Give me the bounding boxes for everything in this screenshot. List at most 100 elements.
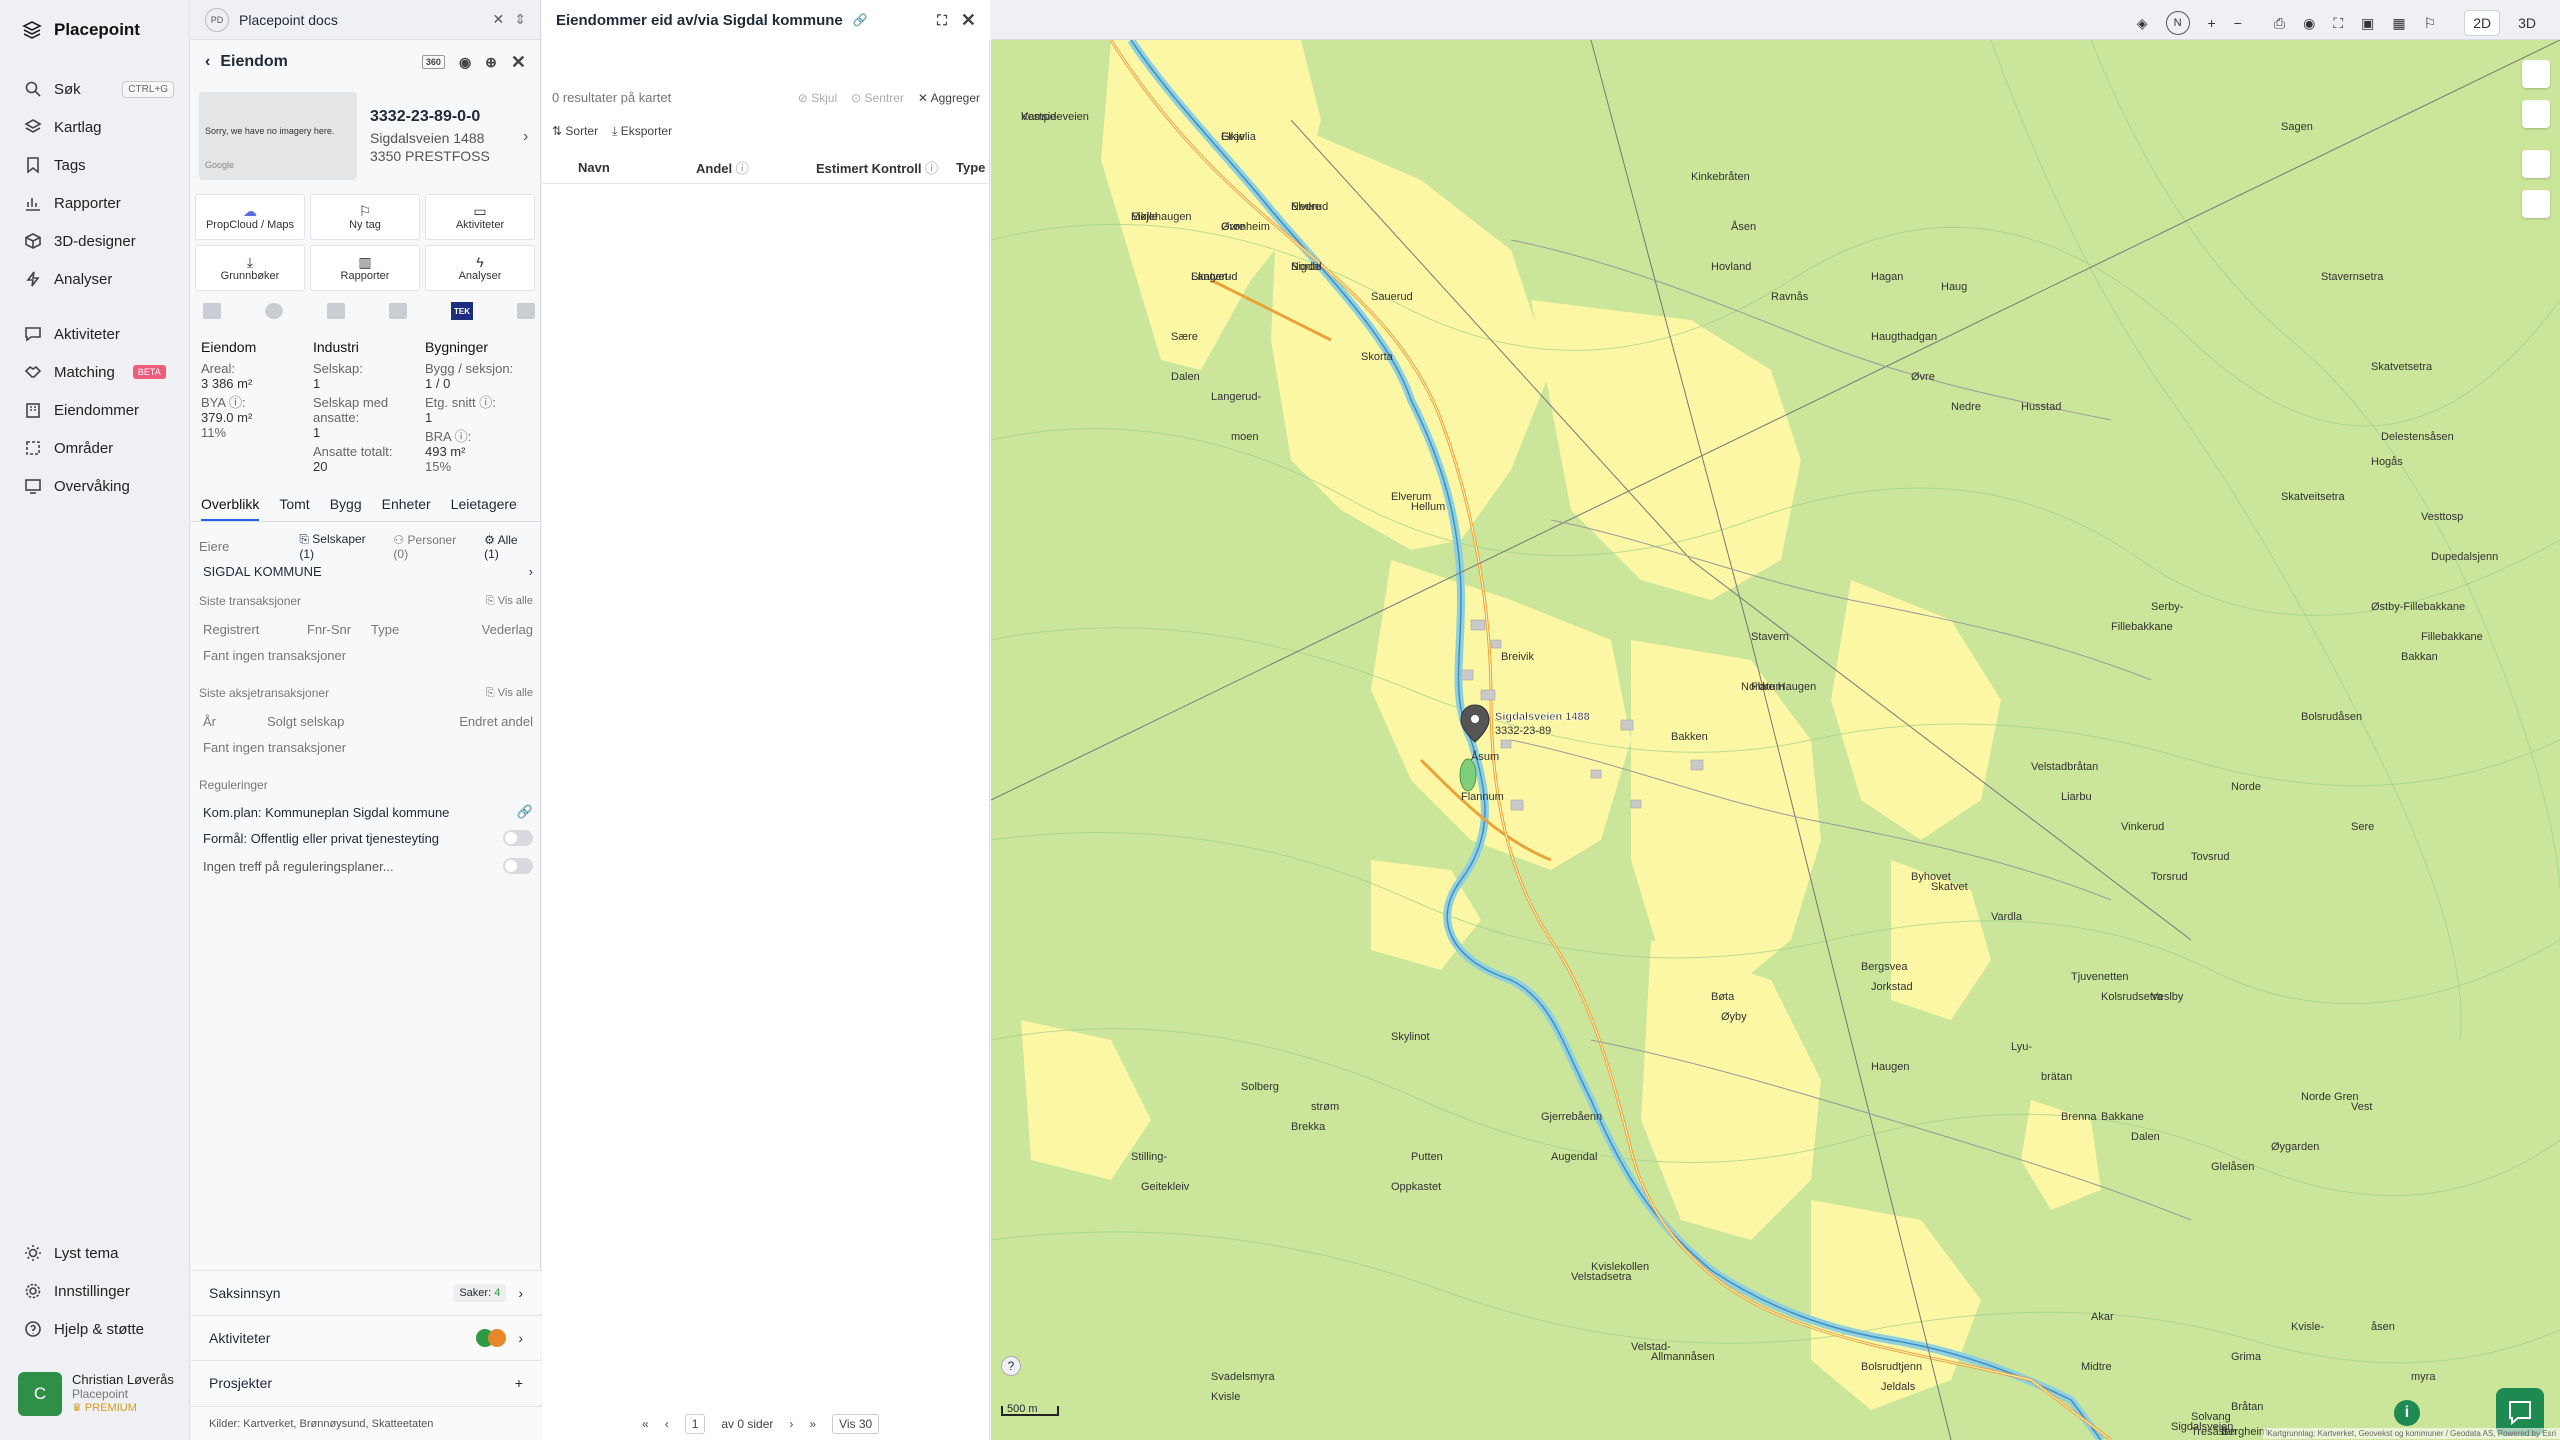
activities-button[interactable]: ▭ Aktiviteter — [425, 194, 535, 240]
eye-icon[interactable]: ◉ — [459, 54, 471, 71]
center-button[interactable]: ⊙ Sentrer — [851, 91, 904, 105]
user-profile[interactable]: C Christian Løverås Placepoint ♛ PREMIUM — [18, 1372, 174, 1416]
map-layers-button[interactable] — [2522, 60, 2550, 88]
buildings-icon[interactable] — [389, 303, 407, 319]
per-page-select[interactable]: Vis 30 — [832, 1414, 880, 1434]
close-icon[interactable]: ✕ — [493, 11, 505, 28]
back-icon[interactable]: ‹ — [205, 53, 210, 71]
add-icon[interactable]: ⊕ — [485, 54, 497, 71]
globe-icon[interactable] — [265, 303, 283, 319]
zoom-out-icon[interactable]: − — [2234, 15, 2242, 31]
prev-page-icon[interactable]: ‹ — [665, 1417, 669, 1431]
first-page-icon[interactable]: « — [642, 1417, 649, 1431]
sidebar-item-kartlag[interactable]: Kartlag — [0, 108, 190, 146]
sidebar-item-eiendommer[interactable]: Eiendommer — [0, 391, 190, 429]
docs-title[interactable]: Placepoint docs — [239, 12, 338, 28]
app-logo[interactable]: Placepoint — [22, 20, 140, 40]
sort-button[interactable]: ⇅ Sorter — [552, 124, 598, 139]
eye-icon[interactable]: ◉ — [2303, 15, 2315, 32]
map-measure-button[interactable] — [2522, 100, 2550, 128]
fullscreen-icon[interactable]: ⛶ — [937, 12, 947, 29]
info-icon: ⓘ — [925, 161, 939, 176]
sidebar-item-theme[interactable]: Lyst tema — [0, 1234, 190, 1272]
sidebar-item-omrader[interactable]: Områder — [0, 429, 190, 467]
chevron-right-icon[interactable]: › — [523, 128, 528, 146]
tab-bygg[interactable]: Bygg — [330, 496, 362, 521]
link-icon[interactable]: 🔗 — [853, 13, 868, 27]
info-icon[interactable]: i — [2394, 1400, 2420, 1426]
owner-row[interactable]: SIGDAL KOMMUNE › — [199, 560, 533, 582]
sidebar-item-rapporter[interactable]: Rapporter — [0, 184, 190, 222]
mode-2d-button[interactable]: 2D — [2464, 10, 2501, 36]
saksinnsyn-row[interactable]: Saksinnsyn Saker: 4 › — [191, 1270, 541, 1314]
close-icon[interactable]: ✕ — [961, 10, 976, 31]
source-icon[interactable] — [203, 303, 221, 319]
prosjekter-row[interactable]: Prosjekter + — [191, 1360, 541, 1404]
property-plot[interactable] — [1459, 758, 1477, 792]
sidebar-item-overvaking[interactable]: Overvåking — [0, 467, 190, 505]
close-icon[interactable]: ✕ — [511, 52, 526, 73]
row-label: Saksinnsyn — [209, 1284, 281, 1301]
tab-tomt[interactable]: Tomt — [279, 496, 309, 521]
sidebar-item-analyser[interactable]: Analyser — [0, 260, 190, 298]
view-360-button[interactable]: 360 — [421, 55, 445, 69]
street-view-image[interactable]: Sorry, we have no imagery here. Google — [199, 92, 357, 180]
view-all-link[interactable]: ⎘ Vis alle — [486, 595, 533, 608]
analyses-button[interactable]: ϟ Analyser — [425, 245, 535, 291]
industry-icon[interactable] — [327, 303, 345, 319]
next-page-icon[interactable]: › — [789, 1417, 793, 1431]
purpose-toggle[interactable] — [503, 830, 533, 846]
print-icon[interactable]: ⎙ — [2274, 15, 2285, 32]
zoom-in-icon[interactable]: + — [2208, 15, 2216, 31]
sidebar-item-aktiviteter[interactable]: Aktiviteter — [0, 315, 190, 353]
new-tag-button[interactable]: ⚐ Ny tag — [310, 194, 420, 240]
bookmark-icon[interactable]: ⚐ — [2424, 15, 2437, 32]
column-header[interactable]: Estimert Kontroll ⓘ — [816, 158, 956, 177]
add-icon[interactable]: + — [515, 1375, 523, 1391]
compass-north-icon[interactable]: N — [2165, 11, 2190, 35]
topographic-map[interactable]: Sigdalsveien 1488 3332-23-89 Vestsidevei… — [991, 40, 2560, 1440]
column-header[interactable]: Type — [956, 160, 985, 175]
land-register-button[interactable]: ⤓ Grunnbøker — [195, 245, 305, 291]
sidebar-item-search[interactable]: Søk CTRL+G — [0, 70, 190, 108]
sidebar-item-settings[interactable]: Innstillinger — [0, 1272, 190, 1310]
sidebar-item-matching[interactable]: Matching BETA — [0, 353, 190, 391]
filter-companies[interactable]: ⎘ Selskaper (1) — [299, 532, 379, 561]
sidebar-item-3d-designer[interactable]: 3D-designer — [0, 222, 190, 260]
sidebar-item-tags[interactable]: Tags — [0, 146, 190, 184]
tab-leietagere[interactable]: Leietagere — [451, 496, 517, 521]
column-header[interactable]: Navn — [578, 160, 696, 175]
mode-3d-button[interactable]: 3D — [2518, 15, 2536, 31]
hide-button[interactable]: ⊘ Skjul — [798, 91, 837, 105]
propcloud-button[interactable]: ☁ PropCloud / Maps — [195, 194, 305, 240]
place-label: Vesttosp — [2421, 511, 2463, 523]
grid-icon[interactable]: ▦ — [2392, 15, 2405, 32]
last-page-icon[interactable]: » — [809, 1417, 816, 1431]
export-button[interactable]: ⤓ Eksporter — [612, 124, 672, 139]
map-profile-button[interactable] — [2522, 190, 2550, 218]
aktiviteter-row[interactable]: Aktiviteter › — [191, 1315, 541, 1359]
tab-overblikk[interactable]: Overblikk — [201, 496, 260, 521]
reports-button[interactable]: ▥ Rapporter — [310, 245, 420, 291]
filter-all[interactable]: ⚙ Alle (1) — [484, 533, 533, 561]
fullscreen-icon[interactable]: ⛶ — [2333, 15, 2343, 32]
camera-icon[interactable]: ▣ — [2361, 15, 2374, 32]
regplan-toggle[interactable] — [503, 858, 533, 874]
filter-persons[interactable]: ⚇ Personer (0) — [393, 533, 470, 561]
column-header[interactable]: Andel ⓘ — [696, 158, 816, 177]
aggregate-button[interactable]: ✕ Aggreger — [918, 91, 980, 105]
home-icon[interactable] — [517, 303, 535, 319]
link-icon[interactable]: 🔗 — [517, 804, 533, 820]
expand-vertical-icon[interactable]: ⇕ — [514, 11, 526, 28]
help-icon[interactable]: ? — [1001, 1356, 1021, 1376]
view-all-link[interactable]: ⎘ Vis alle — [486, 687, 533, 700]
layers-toggle-icon[interactable]: ◈ — [2137, 15, 2148, 32]
tek-badge[interactable]: TEK — [451, 302, 473, 320]
sidebar-item-help[interactable]: Hjelp & støtte — [0, 1310, 190, 1348]
button-label: Aggreger — [930, 90, 980, 105]
map-canvas[interactable]: Sigdalsveien 1488 3332-23-89 Vestsidevei… — [991, 40, 2560, 1440]
tab-enheter[interactable]: Enheter — [382, 496, 431, 521]
place-label: Øygarden — [2271, 1141, 2319, 1153]
map-chart-button[interactable] — [2522, 150, 2550, 178]
page-select[interactable]: 1 — [684, 1414, 706, 1434]
